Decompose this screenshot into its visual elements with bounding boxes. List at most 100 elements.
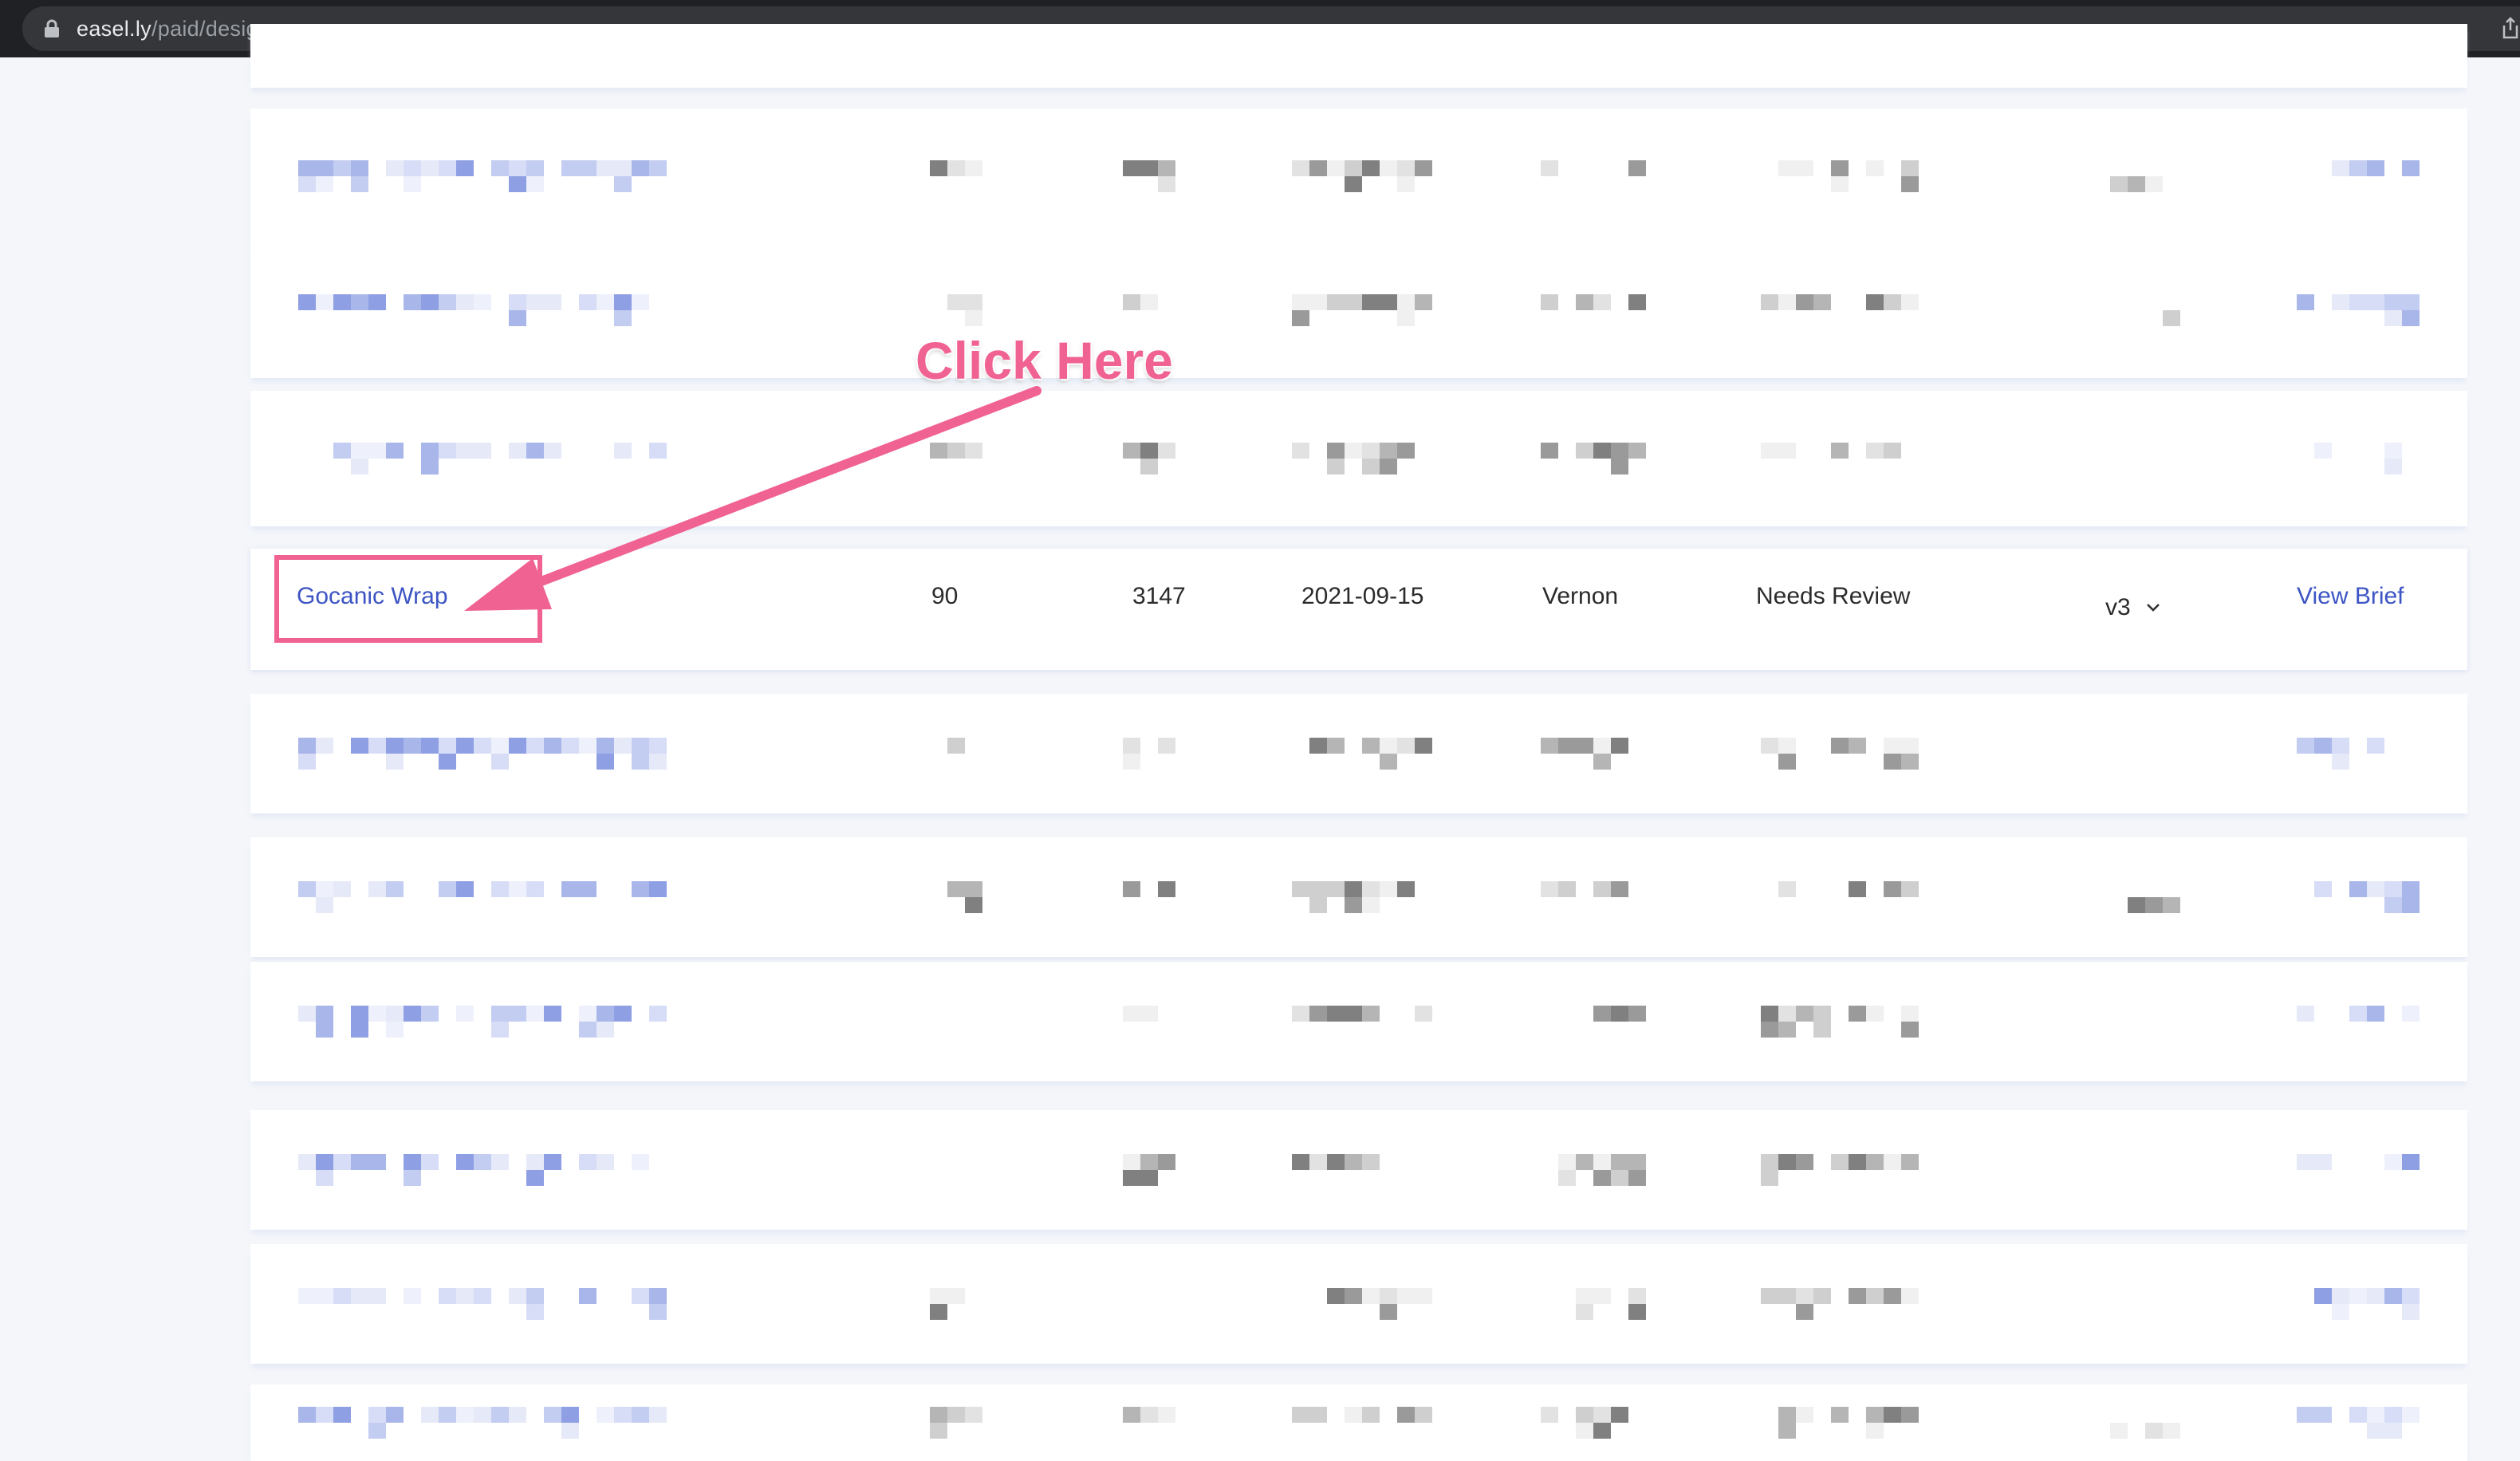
redacted-pixel [947, 1407, 965, 1423]
redacted-pixel [1397, 1288, 1415, 1304]
redacted-pixel [474, 294, 491, 310]
redacted-pixel [1761, 294, 1778, 310]
redacted-pixel [456, 1154, 474, 1170]
redacted-pixel [1123, 1154, 1140, 1170]
redacted-pixel [439, 1407, 456, 1423]
redacted-pixel [1309, 897, 1327, 913]
annotation-highlight-box [274, 555, 542, 643]
redacted-pixel [474, 1154, 491, 1170]
redacted-pixel [2349, 1288, 2367, 1304]
redacted-pixel [614, 160, 632, 176]
redacted-pixel [1628, 1304, 1646, 1320]
redacted-pixel [1362, 160, 1380, 176]
redacted-pixel [474, 1288, 491, 1304]
redacted-pixel [561, 881, 579, 897]
view-brief-link[interactable]: View Brief [2297, 581, 2404, 612]
redacted-pixel [1158, 1154, 1175, 1170]
redacted-pixel [1362, 1154, 1380, 1170]
redacted-pixel [1415, 1407, 1432, 1423]
redacted-pixel [526, 176, 544, 192]
redacted-pixel [1884, 1154, 1901, 1170]
redacted-pixel [1761, 1006, 1778, 1022]
redacted-pixel [456, 1006, 474, 1022]
version-select[interactable]: v3 [2105, 590, 2193, 625]
redacted-pixel [316, 176, 333, 192]
redacted-pixel [386, 1407, 404, 1423]
redacted-pixel [1593, 1170, 1611, 1186]
redacted-pixel [1884, 443, 1901, 459]
redacted-pixel [456, 738, 474, 754]
redacted-pixel [1901, 294, 1919, 310]
redacted-pixel [2110, 1423, 2128, 1439]
redacted-pixel [614, 1407, 632, 1423]
redacted-pixel [1541, 443, 1558, 459]
redacted-pixel [1778, 294, 1796, 310]
redacted-pixel [2145, 1423, 2163, 1439]
redacted-pixel [947, 294, 965, 310]
redacted-pixel [597, 754, 614, 770]
redacted-pixel [351, 459, 368, 475]
redacted-pixel [1380, 294, 1397, 310]
redacted-pixel [316, 1170, 333, 1186]
redacted-pixel [316, 160, 333, 176]
redacted-pixel [1901, 1407, 1919, 1423]
redacted-pixel [930, 1407, 947, 1423]
redacted-pixel [1901, 738, 1919, 754]
redacted-pixel [1327, 1006, 1345, 1022]
redacted-pixel [1576, 1288, 1593, 1304]
redacted-pixel [298, 176, 316, 192]
redacted-pixel [965, 310, 982, 326]
redacted-pixel [474, 1407, 491, 1423]
redacted-pixel [2297, 1407, 2314, 1423]
redacted-pixel [368, 738, 386, 754]
redacted-pixel [1761, 443, 1778, 459]
table-cell-designer: Vernon [1542, 583, 1619, 609]
redacted-pixel [386, 738, 404, 754]
redacted-pixel [1558, 1154, 1576, 1170]
redacted-pixel [351, 160, 368, 176]
redacted-pixel [1831, 1407, 1849, 1423]
redacted-pixel [1611, 1154, 1628, 1170]
redacted-pixel [1761, 1022, 1778, 1038]
redacted-pixel [404, 294, 421, 310]
redacted-pixel [491, 1022, 509, 1038]
redacted-pixel [597, 1006, 614, 1022]
table-cell-col3: 3147 [1132, 583, 1186, 609]
redacted-pixel [456, 1288, 474, 1304]
redacted-pixel [544, 1154, 561, 1170]
redacted-pixel [1345, 294, 1362, 310]
redacted-pixel [386, 443, 404, 459]
redacted-pixel [1541, 738, 1558, 754]
share-icon[interactable] [2501, 16, 2520, 40]
redacted-pixel [439, 443, 456, 459]
redacted-pixel [947, 881, 965, 897]
redacted-pixel [1309, 881, 1327, 897]
redacted-pixel [1292, 1006, 1309, 1022]
redacted-pixel [1576, 738, 1593, 754]
redacted-pixel [2384, 897, 2402, 913]
redacted-pixel [509, 310, 526, 326]
redacted-pixel [1866, 1006, 1884, 1022]
redacted-pixel [1576, 1407, 1593, 1423]
redacted-pixel [597, 294, 614, 310]
redacted-pixel [1628, 1006, 1646, 1022]
redacted-pixel [544, 738, 561, 754]
redacted-pixel [1884, 738, 1901, 754]
redacted-pixel [2367, 881, 2384, 897]
redacted-pixel [930, 443, 947, 459]
redacted-pixel [2384, 1154, 2402, 1170]
redacted-pixel [1309, 1407, 1327, 1423]
redacted-pixel [1541, 294, 1558, 310]
redacted-pixel [1140, 160, 1158, 176]
redacted-pixel [1309, 1154, 1327, 1170]
redacted-pixel [509, 294, 526, 310]
redacted-pixel [930, 160, 947, 176]
redacted-pixel [1362, 897, 1380, 913]
redacted-pixel [439, 294, 456, 310]
redacted-pixel [1866, 1154, 1884, 1170]
redacted-pixel [2163, 310, 2180, 326]
redacted-pixel [1292, 294, 1309, 310]
redacted-pixel [1611, 1407, 1628, 1423]
redacted-pixel [1901, 160, 1919, 176]
redacted-pixel [474, 443, 491, 459]
